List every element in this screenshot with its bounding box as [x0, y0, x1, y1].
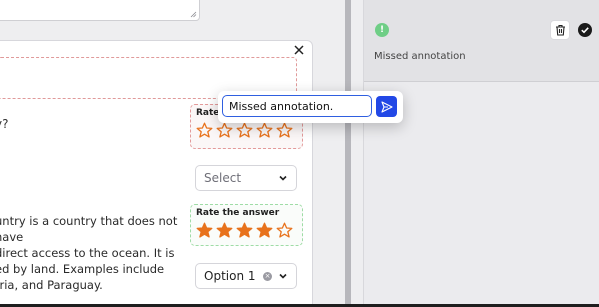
chevron-down-icon — [279, 175, 287, 181]
annotations-pane: ! Missed annotation — [351, 0, 599, 307]
answer-line: direct access to the ocean. It is — [0, 246, 175, 260]
star-filled-icon[interactable] — [196, 222, 213, 239]
annotation-item[interactable]: ! Missed annotation — [364, 0, 599, 82]
rating-label: Rate the answer — [196, 208, 280, 218]
select-dropdown[interactable]: Select — [195, 165, 297, 191]
text-area[interactable] — [0, 0, 200, 21]
send-button[interactable] — [376, 96, 397, 117]
task-pane: y? Rate Select untry is a country that d… — [0, 0, 345, 307]
select-value: Option 1 — [204, 269, 256, 283]
answer-line: tria, and Paraguay. — [0, 278, 103, 292]
star-filled-icon[interactable] — [236, 222, 253, 239]
delete-button[interactable] — [550, 20, 570, 40]
star-filled-icon[interactable] — [256, 222, 273, 239]
star-rating[interactable] — [196, 222, 297, 239]
pane-gutter — [351, 0, 364, 307]
annotation-popup — [218, 91, 403, 123]
star-empty-icon[interactable] — [276, 122, 293, 139]
star-empty-icon[interactable] — [256, 122, 273, 139]
qa-card: y? Rate Select untry is a country that d… — [0, 40, 313, 307]
star-filled-icon[interactable] — [216, 222, 233, 239]
star-rating[interactable] — [196, 122, 297, 139]
answer-text: untry is a country that does not have di… — [0, 213, 185, 293]
question-text: y? — [0, 117, 9, 131]
resolve-button[interactable] — [575, 20, 595, 40]
trash-icon — [555, 24, 565, 36]
star-empty-icon[interactable] — [196, 122, 213, 139]
clear-icon[interactable]: × — [263, 271, 272, 281]
chevron-down-icon — [279, 273, 287, 279]
star-empty-icon[interactable] — [236, 122, 253, 139]
answer-line: untry is a country that does not have — [0, 214, 178, 244]
resize-grip-icon[interactable] — [190, 11, 197, 18]
select-value: Select — [204, 171, 242, 185]
annotation-text: Missed annotation — [374, 51, 466, 62]
check-circle-icon — [578, 23, 592, 37]
warning-badge-icon: ! — [375, 23, 389, 37]
star-empty-icon[interactable] — [216, 122, 233, 139]
send-icon — [380, 100, 393, 113]
annotation-input[interactable] — [222, 95, 372, 117]
select-dropdown[interactable]: Option 1 × — [195, 263, 297, 289]
rating-box-answer: Rate the answer — [190, 204, 303, 246]
star-empty-icon[interactable] — [276, 222, 293, 239]
answer-line: ed by land. Examples include — [0, 262, 165, 276]
